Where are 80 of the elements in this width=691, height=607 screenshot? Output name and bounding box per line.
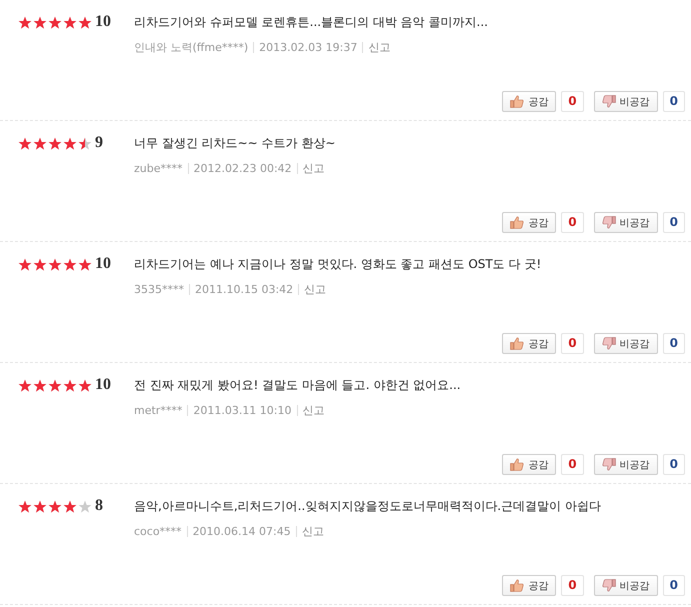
report-link[interactable]: 신고 — [302, 403, 325, 418]
like-button[interactable]: 공감 — [502, 454, 556, 475]
review-text: 음악,아르마니수트,리처드기어..잊혀지지않을정도로너무매력적이다.근데결말이 아쉽다 — [134, 498, 601, 514]
like-count: 0 — [561, 91, 584, 112]
review-text: 전 진짜 재밌게 봤어요! 결말도 마음에 들고. 야한건 없어요... — [134, 377, 461, 393]
star-icon — [33, 258, 47, 270]
star-icon — [33, 136, 47, 150]
thumbs-up-icon — [510, 579, 524, 592]
dislike-count: 0 — [662, 454, 685, 475]
star-icon — [63, 500, 77, 512]
star-icon — [48, 258, 62, 270]
like-count: 0 — [561, 454, 584, 475]
star-icon — [78, 378, 92, 392]
review-text: 리차드기어는 예나 지금이나 정말 멋있다. 영화도 좋고 패션도 OST도 다 굿! — [134, 256, 542, 272]
star-icon — [18, 258, 32, 270]
star-icon — [48, 16, 62, 28]
star-icon — [63, 136, 77, 150]
review-text: 너무 잘생긴 리차드~~ 수트가 환상~ — [134, 135, 336, 151]
author-name: 인내와 노력(ffme****) — [134, 40, 248, 55]
dislike-button[interactable]: 비공감 — [594, 575, 658, 596]
star-icon — [78, 16, 92, 28]
review-date: 2011.03.11 10:10 — [193, 404, 292, 417]
star-icon — [33, 500, 47, 512]
like-count: 0 — [561, 333, 584, 354]
star-icon — [48, 500, 62, 512]
rating-score: 9 — [95, 134, 103, 152]
star-icon — [78, 500, 92, 512]
like-button[interactable]: 공감 — [502, 333, 556, 354]
star-icon — [33, 378, 47, 392]
star-icon — [33, 16, 47, 28]
author-name: metr**** — [134, 404, 182, 417]
star-icon — [48, 136, 62, 150]
thumbs-down-icon — [602, 337, 616, 350]
thumbs-up-icon — [510, 337, 524, 350]
report-link[interactable]: 신고 — [304, 282, 326, 297]
like-button[interactable]: 공감 — [502, 212, 556, 233]
thumbs-up-icon — [510, 216, 524, 229]
star-icon — [18, 136, 32, 150]
star-icon — [18, 16, 32, 28]
dislike-count: 0 — [662, 91, 685, 112]
dislike-count: 0 — [662, 333, 685, 354]
review-date: 2013.02.03 19:37 — [259, 41, 358, 54]
review-text: 리차드기어와 슈퍼모델 로렌휴튼...블론디의 대박 음악 콜미까지... — [134, 14, 488, 30]
star-icon — [48, 378, 62, 392]
like-count: 0 — [561, 575, 584, 596]
rating-score: 10 — [95, 13, 111, 31]
rating-score: 8 — [95, 497, 103, 515]
star-icon — [63, 16, 77, 28]
star-icon — [63, 258, 77, 270]
review-date: 2010.06.14 07:45 — [192, 525, 291, 538]
like-count: 0 — [561, 212, 584, 233]
review-date: 2011.10.15 03:42 — [195, 283, 294, 296]
author-name: coco**** — [134, 525, 182, 538]
star-icon — [18, 500, 32, 512]
report-link[interactable]: 신고 — [302, 161, 325, 176]
thumbs-down-icon — [602, 216, 616, 229]
rating-score: 10 — [95, 255, 111, 273]
thumbs-up-icon — [510, 458, 524, 471]
thumbs-down-icon — [602, 579, 616, 592]
dislike-button[interactable]: 비공감 — [594, 333, 658, 354]
rating-score: 10 — [95, 376, 111, 394]
star-icon — [78, 258, 92, 270]
thumbs-down-icon — [602, 458, 616, 471]
dislike-button[interactable]: 비공감 — [594, 212, 658, 233]
thumbs-up-icon — [510, 95, 524, 108]
author-name: 3535**** — [134, 283, 184, 296]
star-icon — [18, 378, 32, 392]
dislike-count: 0 — [662, 212, 685, 233]
dislike-count: 0 — [662, 575, 685, 596]
thumbs-down-icon — [602, 95, 616, 108]
author-name: zube**** — [134, 162, 182, 175]
like-button[interactable]: 공감 — [502, 575, 556, 596]
star-icon — [63, 378, 77, 392]
dislike-button[interactable]: 비공감 — [594, 454, 658, 475]
dislike-button[interactable]: 비공감 — [594, 91, 658, 112]
star-icon — [78, 136, 92, 150]
like-button[interactable]: 공감 — [502, 91, 556, 112]
report-link[interactable]: 신고 — [368, 40, 390, 55]
report-link[interactable]: 신고 — [302, 524, 324, 539]
review-date: 2012.02.23 00:42 — [194, 162, 292, 175]
